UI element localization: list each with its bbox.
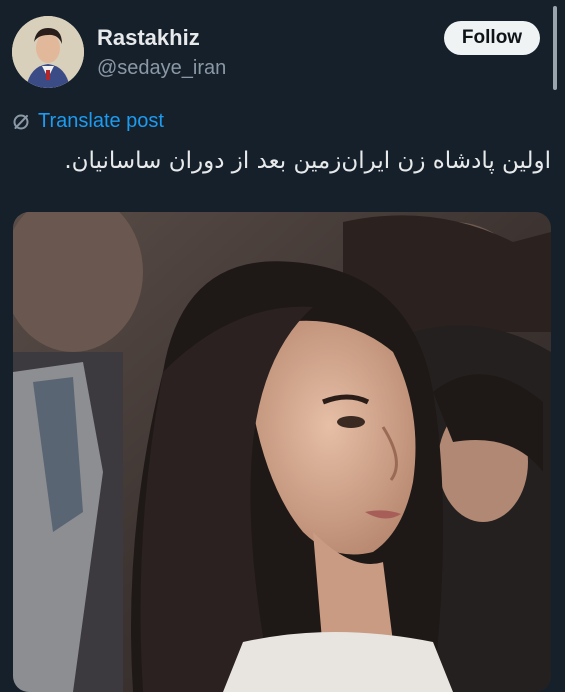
translate-icon bbox=[13, 114, 29, 129]
scrollbar[interactable] bbox=[553, 6, 557, 90]
display-name[interactable]: Rastakhiz bbox=[97, 25, 200, 51]
follow-button[interactable]: Follow bbox=[444, 21, 540, 55]
avatar[interactable] bbox=[12, 16, 84, 88]
translate-label: Translate post bbox=[38, 110, 164, 132]
user-handle[interactable]: @sedaye_iran bbox=[97, 57, 226, 80]
post-text: اولین پادشاه زن ایران‌زمین بعد از دوران … bbox=[64, 148, 551, 174]
profile-portrait-icon bbox=[12, 16, 84, 88]
photo-icon bbox=[13, 212, 551, 692]
post-photo[interactable] bbox=[13, 212, 551, 692]
translate-post-link[interactable]: Translate post bbox=[12, 110, 164, 133]
